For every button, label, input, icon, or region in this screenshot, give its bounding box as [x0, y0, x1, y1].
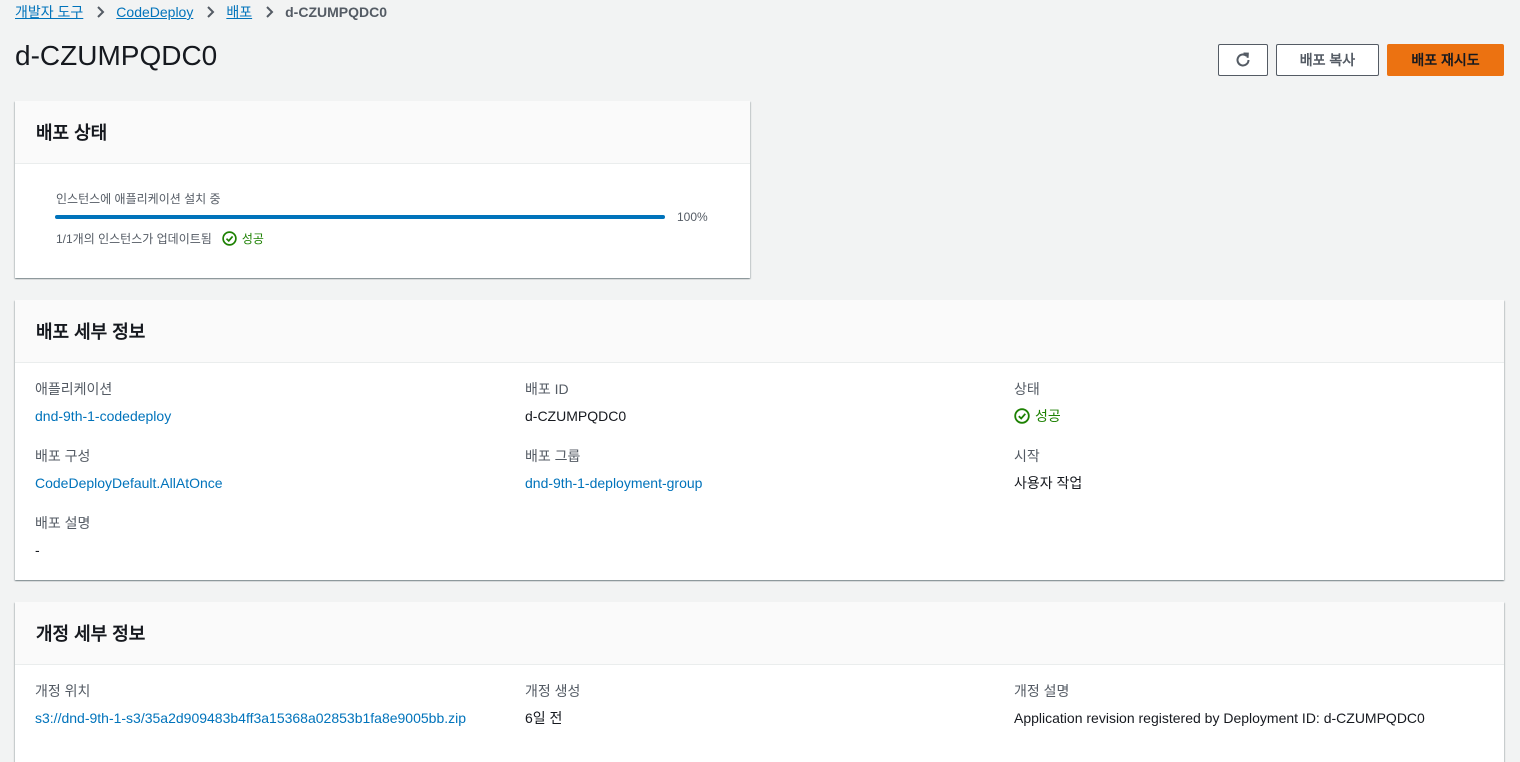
initiated-by-value: 사용자 작업: [1014, 475, 1083, 491]
deployment-description-value: -: [35, 542, 40, 558]
status-field: 상태 성공: [1014, 380, 1061, 428]
field-label: 애플리케이션: [35, 381, 113, 397]
field-label: 개정 생성: [525, 683, 581, 699]
panel-header: 개정 세부 정보: [15, 602, 1504, 665]
breadcrumb-developer-tools[interactable]: 개발자 도구: [15, 2, 83, 22]
initiated-by-field: 시작 사용자 작업: [1014, 447, 1082, 492]
revision-location-link[interactable]: s3://dnd-9th-1-s3/35a2d909483b4ff3a15368…: [35, 710, 466, 726]
progress-bar-fill: [55, 215, 665, 219]
instances-status: 1/1개의 인스턴스가 업데이트됨 성공: [56, 230, 264, 247]
deployment-group-field: 배포 그룹 dnd-9th-1-deployment-group: [525, 447, 702, 492]
field-label: 배포 그룹: [525, 448, 581, 464]
retry-deployment-button[interactable]: 배포 재시도: [1387, 44, 1504, 76]
deployment-config-field: 배포 구성 CodeDeployDefault.AllAtOnce: [35, 447, 223, 492]
deployment-config-link[interactable]: CodeDeployDefault.AllAtOnce: [35, 475, 223, 491]
revision-description-field: 개정 설명 Application revision registered by…: [1014, 682, 1425, 727]
revision-created-field: 개정 생성 6일 전: [525, 682, 580, 727]
breadcrumb: 개발자 도구 CodeDeploy 배포 d-CZUMPQDC0: [15, 1, 387, 23]
progress-bar: [55, 215, 665, 219]
field-label: 시작: [1014, 448, 1040, 464]
deployment-group-link[interactable]: dnd-9th-1-deployment-group: [525, 475, 702, 491]
status-badge: 성공: [1014, 407, 1061, 425]
breadcrumb-codedeploy[interactable]: CodeDeploy: [116, 4, 193, 20]
deployment-status-title: 배포 상태: [36, 123, 108, 143]
success-check-icon: [222, 231, 237, 246]
page-title: d-CZUMPQDC0: [15, 40, 218, 71]
deployment-description-field: 배포 설명 -: [35, 514, 90, 559]
deployment-details-title: 배포 세부 정보: [36, 322, 146, 342]
chevron-right-icon: [193, 6, 226, 18]
deployment-status-panel: 배포 상태 인스턴스에 애플리케이션 설치 중 100% 1/1개의 인스턴스가…: [15, 101, 750, 278]
panel-header: 배포 상태: [15, 101, 750, 164]
breadcrumb-deployments[interactable]: 배포: [226, 2, 252, 22]
instances-updated-text: 1/1개의 인스턴스가 업데이트됨: [56, 232, 212, 246]
field-label: 배포 구성: [35, 448, 91, 464]
revision-location-field: 개정 위치 s3://dnd-9th-1-s3/35a2d909483b4ff3…: [35, 682, 466, 727]
copy-deployment-button[interactable]: 배포 복사: [1276, 44, 1379, 76]
status-value: 성공: [1035, 408, 1061, 424]
deployment-id-value: d-CZUMPQDC0: [525, 408, 627, 424]
field-label: 개정 위치: [35, 683, 91, 699]
revision-details-panel: 개정 세부 정보 개정 위치 s3://dnd-9th-1-s3/35a2d90…: [15, 602, 1504, 762]
success-check-icon: [1014, 408, 1030, 424]
field-label: 배포 설명: [35, 515, 91, 531]
chevron-right-icon: [252, 6, 285, 18]
revision-details-title: 개정 세부 정보: [36, 624, 146, 644]
field-label: 배포 ID: [525, 381, 569, 397]
revision-created-value: 6일 전: [525, 710, 563, 726]
deployment-id-field: 배포 ID d-CZUMPQDC0: [525, 380, 626, 425]
deployment-details-panel: 배포 세부 정보 애플리케이션 dnd-9th-1-codedeploy 배포 …: [15, 300, 1504, 580]
breadcrumb-current: d-CZUMPQDC0: [285, 4, 388, 20]
application-link[interactable]: dnd-9th-1-codedeploy: [35, 408, 171, 424]
progress-label: 인스턴스에 애플리케이션 설치 중: [56, 192, 221, 206]
revision-description-value: Application revision registered by Deplo…: [1014, 710, 1425, 726]
refresh-icon: [1236, 52, 1250, 67]
chevron-right-icon: [83, 6, 116, 18]
application-field: 애플리케이션 dnd-9th-1-codedeploy: [35, 380, 171, 425]
status-badge: 성공: [222, 230, 264, 247]
refresh-button[interactable]: [1218, 44, 1268, 76]
field-label: 개정 설명: [1014, 683, 1070, 699]
panel-header: 배포 세부 정보: [15, 300, 1504, 363]
success-label: 성공: [241, 232, 264, 246]
field-label: 상태: [1014, 381, 1040, 397]
progress-percent: 100%: [677, 210, 708, 224]
